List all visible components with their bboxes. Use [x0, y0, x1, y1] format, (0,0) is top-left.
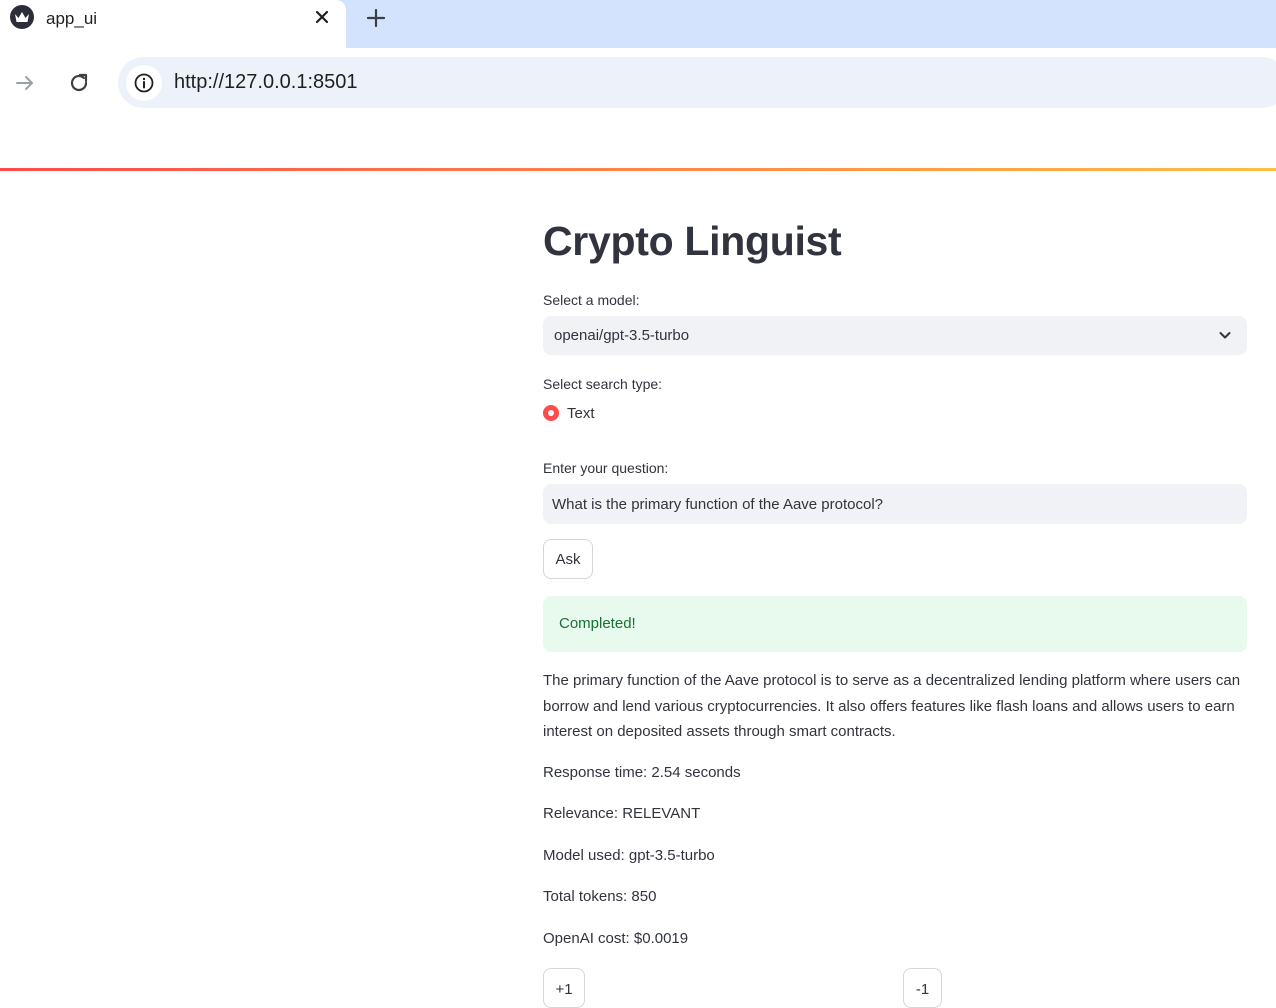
url-text[interactable]: http://127.0.0.1:8501 — [174, 71, 358, 94]
thumbs-down-button[interactable]: -1 — [903, 968, 942, 1008]
radio-selected-icon[interactable] — [543, 405, 559, 421]
model-select[interactable]: openai/gpt-3.5-turbo — [543, 316, 1247, 355]
info-icon[interactable] — [126, 65, 162, 101]
thumbs-up-button[interactable]: +1 — [543, 968, 585, 1008]
address-bar[interactable]: http://127.0.0.1:8501 — [118, 57, 1276, 108]
question-input[interactable]: What is the primary function of the Aave… — [543, 484, 1247, 524]
header-decoration — [0, 168, 1276, 171]
forward-arrow-icon[interactable] — [10, 68, 40, 98]
streamlit-crown-icon — [10, 5, 34, 29]
relevance: Relevance: RELEVANT — [543, 805, 701, 822]
browser-toolbar: http://127.0.0.1:8501 — [0, 48, 1276, 118]
close-icon[interactable] — [310, 5, 334, 29]
tab-title: app_ui — [46, 9, 98, 28]
model-select-value: openai/gpt-3.5-turbo — [554, 327, 690, 344]
model-select-label: Select a model: — [543, 292, 640, 308]
response-time: Response time: 2.54 seconds — [543, 764, 741, 781]
status-text: Completed! — [559, 615, 636, 632]
radio-option-label: Text — [567, 404, 595, 422]
answer-text: The primary function of the Aave protoco… — [543, 672, 1241, 740]
chevron-down-icon — [1219, 332, 1231, 339]
browser-tabstrip: app_ui — [0, 0, 1276, 48]
openai-cost: OpenAI cost: $0.0019 — [543, 930, 689, 947]
radio-option-text[interactable]: Text — [543, 403, 595, 423]
total-tokens: Total tokens: 850 — [543, 888, 657, 905]
question-label: Enter your question: — [543, 460, 669, 476]
plus-icon[interactable] — [362, 4, 390, 32]
question-input-value: What is the primary function of the Aave… — [552, 495, 884, 513]
ask-button[interactable]: Ask — [543, 539, 593, 579]
browser-tab[interactable]: app_ui — [0, 0, 346, 48]
reload-icon[interactable] — [64, 68, 94, 98]
model-used: Model used: gpt-3.5-turbo — [543, 847, 715, 864]
success-alert: Completed! — [543, 596, 1247, 652]
page-title: Crypto Linguist — [543, 218, 842, 264]
search-type-label: Select search type: — [543, 376, 663, 392]
